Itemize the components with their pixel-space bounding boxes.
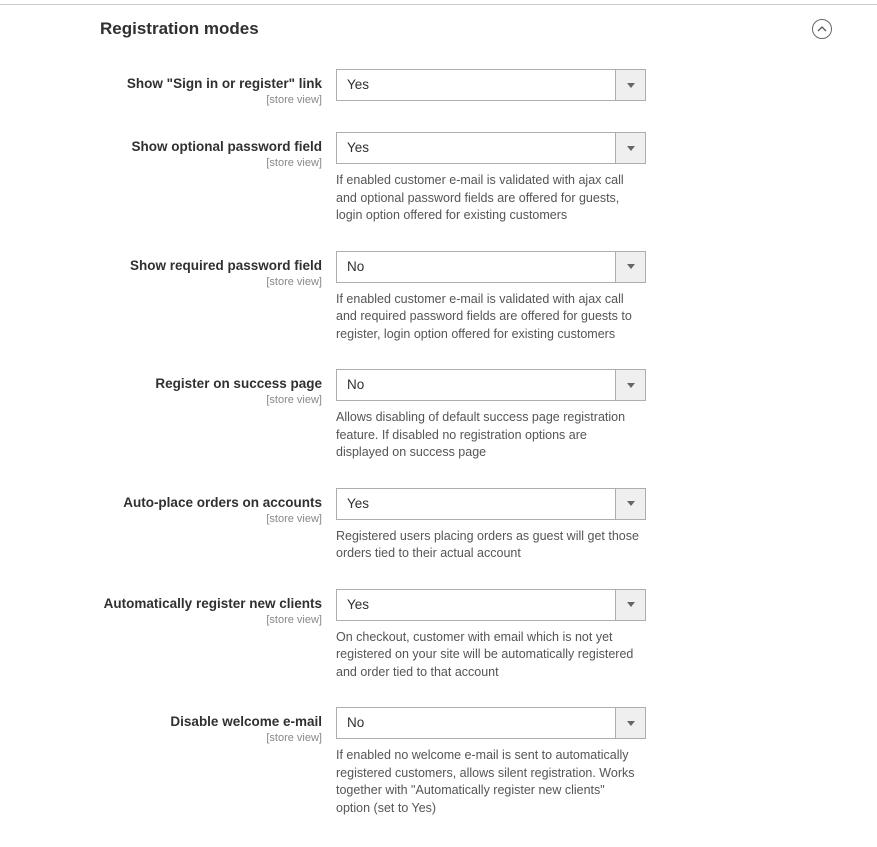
config-section: Registration modes Show "Sign in or regi… (0, 4, 877, 847)
select-auto-place-orders[interactable]: Yes (336, 488, 646, 520)
dropdown-arrow (615, 590, 645, 620)
section-title: Registration modes (100, 19, 259, 39)
caret-down-icon (627, 83, 635, 88)
select-auto-register-clients[interactable]: Yes (336, 589, 646, 621)
field-label: Show optional password field (100, 138, 322, 156)
caret-down-icon (627, 146, 635, 151)
field-note: If enabled customer e-mail is validated … (336, 291, 646, 344)
field-scope: [store view] (100, 157, 322, 169)
select-value: No (337, 370, 615, 400)
select-value: Yes (337, 489, 615, 519)
select-value: Yes (337, 590, 615, 620)
field-label: Show required password field (100, 257, 322, 275)
field-note: On checkout, customer with email which i… (336, 629, 646, 682)
field-auto-register-clients: Automatically register new clients [stor… (100, 589, 832, 682)
select-value: Yes (337, 133, 615, 163)
field-label: Show "Sign in or register" link (100, 75, 322, 93)
dropdown-arrow (615, 708, 645, 738)
field-note: Registered users placing orders as guest… (336, 528, 646, 563)
field-label: Disable welcome e-mail (100, 713, 322, 731)
dropdown-arrow (615, 70, 645, 100)
field-note: If enabled customer e-mail is validated … (336, 172, 646, 225)
field-label: Automatically register new clients (100, 595, 322, 613)
field-show-required-password: Show required password field [store view… (100, 251, 832, 344)
select-show-optional-password[interactable]: Yes (336, 132, 646, 164)
caret-down-icon (627, 383, 635, 388)
section-header: Registration modes (100, 5, 832, 49)
field-scope: [store view] (100, 732, 322, 744)
select-value: Yes (337, 70, 615, 100)
field-auto-place-orders: Auto-place orders on accounts [store vie… (100, 488, 832, 563)
select-show-sign-in-link[interactable]: Yes (336, 69, 646, 101)
field-disable-welcome-email: Disable welcome e-mail [store view] No I… (100, 707, 832, 817)
dropdown-arrow (615, 252, 645, 282)
caret-down-icon (627, 264, 635, 269)
dropdown-arrow (615, 489, 645, 519)
field-label: Register on success page (100, 375, 322, 393)
chevron-up-icon (817, 26, 827, 32)
fieldset: Show "Sign in or register" link [store v… (100, 49, 832, 817)
field-scope: [store view] (100, 94, 322, 106)
caret-down-icon (627, 501, 635, 506)
field-scope: [store view] (100, 394, 322, 406)
select-disable-welcome-email[interactable]: No (336, 707, 646, 739)
select-register-on-success-page[interactable]: No (336, 369, 646, 401)
field-scope: [store view] (100, 276, 322, 288)
field-register-on-success-page: Register on success page [store view] No… (100, 369, 832, 462)
field-scope: [store view] (100, 614, 322, 626)
field-scope: [store view] (100, 513, 322, 525)
field-note: If enabled no welcome e-mail is sent to … (336, 747, 646, 817)
dropdown-arrow (615, 370, 645, 400)
caret-down-icon (627, 721, 635, 726)
field-show-optional-password: Show optional password field [store view… (100, 132, 832, 225)
collapse-button[interactable] (812, 19, 832, 39)
select-value: No (337, 252, 615, 282)
dropdown-arrow (615, 133, 645, 163)
caret-down-icon (627, 602, 635, 607)
select-show-required-password[interactable]: No (336, 251, 646, 283)
field-show-sign-in-link: Show "Sign in or register" link [store v… (100, 69, 832, 106)
field-label: Auto-place orders on accounts (100, 494, 322, 512)
field-note: Allows disabling of default success page… (336, 409, 646, 462)
select-value: No (337, 708, 615, 738)
